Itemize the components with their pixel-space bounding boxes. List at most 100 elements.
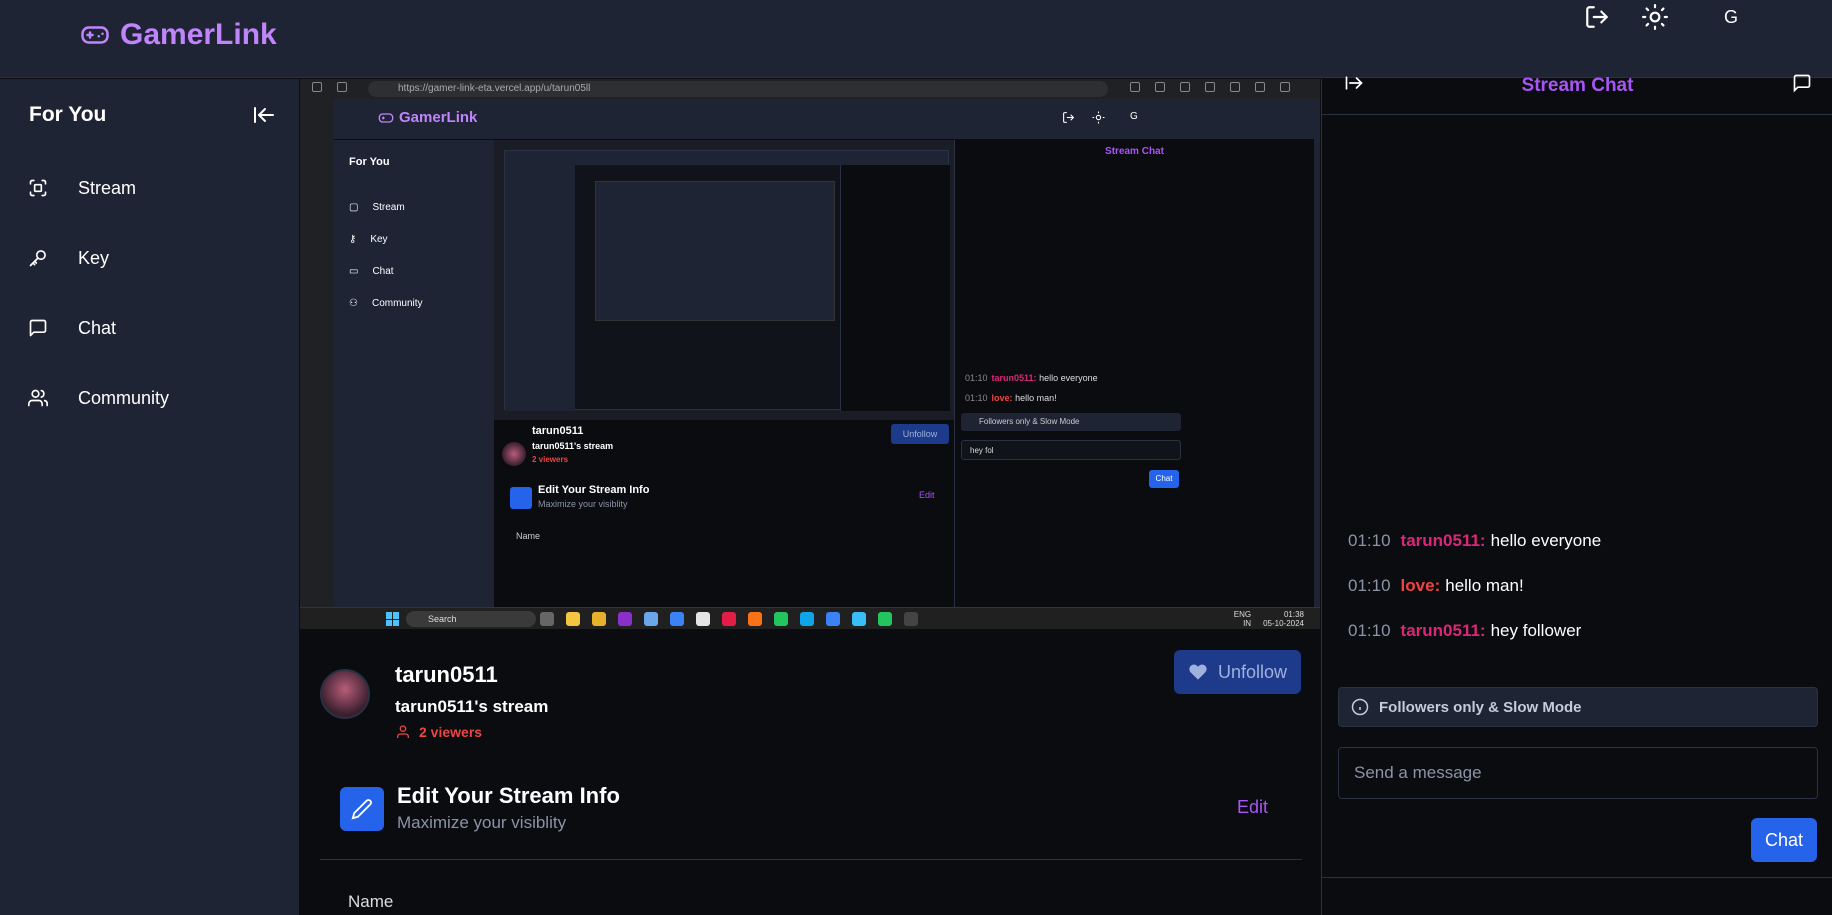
gamepad-icon [81,26,109,44]
message-time: 01:10 [1348,531,1391,550]
embedded-edit-title: Edit Your Stream Info [538,484,650,496]
message-time: 01:10 [1348,576,1391,595]
sidebar-item-label: Community [78,387,170,408]
message-text: hello man! [1445,576,1524,595]
avatar-letter: G [1723,6,1738,27]
stream-chat-panel: Stream Chat 01:10 tarun0511: hello everyon… [1321,74,1832,915]
chat-message: 01:10 love: hello man! [1348,576,1524,596]
key-icon [29,250,46,267]
logout-button[interactable] [1580,0,1614,34]
sidebar-item-label: Key [78,247,110,268]
embedded-browser-sidebar [300,99,334,607]
streamer-name: tarun0511 [395,662,498,687]
embedded-streamer-info: tarun0511 tarun0511's stream 2 viewers U… [494,420,954,607]
embedded-field-name: Name [516,531,541,541]
sidebar-item-chat[interactable]: Chat [28,308,278,348]
embedded-navbar: GamerLink G [334,99,1314,139]
pencil-icon [340,787,384,831]
embedded-sun-icon [1092,111,1105,129]
chat-message-input[interactable] [1338,747,1818,799]
info-icon [1351,698,1369,716]
taskbar-search: Search [406,611,536,627]
embedded-edit-subtitle: Maximize your visiblity [538,499,628,509]
streamer-avatar[interactable] [320,669,370,719]
message-square-icon [29,319,47,337]
chat-message: 01:10 tarun0511: hey follower [1348,621,1581,641]
stream-main: https://gamer-link-eta.vercel.app/u/taru… [300,79,1320,915]
embedded-chat-title: Stream Chat [1105,146,1164,157]
edit-card-title: Edit Your Stream Info [397,783,620,808]
top-navbar: GamerLink G [0,0,1832,78]
chat-header: Stream Chat [1322,74,1832,115]
embedded-edit-link: Edit [919,490,935,500]
message-time: 01:10 [1348,621,1391,640]
embedded-sidebar-title: For You [349,156,390,168]
message-user: tarun0511: [1400,531,1486,550]
sidebar-title: For You [29,103,107,126]
taskbar-tray: ENG IN 01:38 05-10-2024 [1234,610,1304,628]
message-square-icon [1793,74,1811,93]
message-text: hello everyone [1490,531,1602,550]
embedded-url-bar: https://gamer-link-eta.vercel.app/u/taru… [368,81,1108,97]
embedded-browser-toolbar: https://gamer-link-eta.vercel.app/u/taru… [300,79,1320,99]
gamepad-icon [378,112,394,123]
embedded-stream-title: tarun0511's stream [532,441,614,451]
users-icon [28,389,48,407]
embedded-chat-input: hey fol [961,440,1181,460]
stream-video-frame[interactable]: https://gamer-link-eta.vercel.app/u/taru… [300,79,1320,629]
edit-button[interactable]: Edit [1237,797,1268,818]
embedded-chat-mode: Followers only & Slow Mode [961,413,1181,431]
embedded-avatar-letter: G [1130,111,1138,122]
sidebar-item-stream[interactable]: Stream [28,168,278,208]
embedded-chat-message: 01:10 tarun0511: hello everyone [965,373,1098,383]
recursive-screen-capture [494,140,954,420]
edit-card-subtitle: Maximize your visiblity [397,813,567,832]
embedded-logout-icon [1062,111,1075,129]
taskbar-app-icons [540,612,918,626]
sun-icon [1642,4,1668,30]
user-icon [397,725,409,738]
arrow-left-to-line-icon [254,107,274,123]
embedded-app: GamerLink G For You ▢ Stream ⚷ Key ▭ Chat ⚇… [334,99,1314,607]
embedded-windows-taskbar: Search ENG IN 01:38 05-10-2024 [300,607,1320,629]
scan-icon [29,179,47,197]
sidebar-item-key[interactable]: Key [28,238,278,278]
message-user: love: [1400,576,1441,595]
sidebar: For You Stream Key Chat Community [0,79,299,915]
taskbar-clock: 01:38 05-10-2024 [1263,610,1304,628]
embedded-nav-item: ▢ Stream [349,202,405,213]
theme-toggle-button[interactable] [1638,0,1672,34]
sidebar-item-community[interactable]: Community [28,378,278,418]
send-chat-button[interactable]: Chat [1751,818,1817,862]
embedded-edit-icon [510,487,532,509]
message-text: hey follower [1490,621,1582,640]
embedded-chat-button: Chat [1149,470,1179,488]
embedded-sidebar: For You ▢ Stream ⚷ Key ▭ Chat ⚇ Community [334,140,494,607]
embedded-chat-message: 01:10 love: hello man! [965,393,1057,403]
chat-toggle-button[interactable] [1792,73,1812,98]
chat-message: 01:10 tarun0511: hello everyone [1348,531,1601,551]
embedded-streamer-name: tarun0511 [532,425,584,437]
browser-extension-icons [1130,82,1290,92]
chat-title: Stream Chat [1521,75,1634,96]
name-field-label: Name [348,892,394,911]
recursive-screen-inner [504,150,950,411]
embedded-brand: GamerLink [378,109,477,126]
sidebar-item-label: Stream [78,177,137,198]
embedded-nav-item: ⚷ Key [349,234,388,245]
brand-logo[interactable]: GamerLink [80,18,277,52]
heart-icon [1189,664,1207,680]
embedded-avatar [502,442,526,466]
unfollow-button[interactable]: Unfollow [1174,650,1301,694]
viewer-count: 2 viewers [395,724,482,740]
chat-mode-info: Followers only & Slow Mode [1338,687,1818,727]
message-user: tarun0511: [1400,621,1486,640]
browser-nav-icons [312,82,347,92]
sidebar-item-label: Chat [78,317,117,338]
taskbar-language: ENG IN [1233,610,1252,628]
logout-icon [1586,6,1608,28]
embedded-nav-item: ⚇ Community [349,298,423,309]
collapse-sidebar-button[interactable] [252,103,276,132]
embedded-chat-panel: Stream Chat 01:10 tarun0511: hello everyo… [954,140,1314,607]
user-avatar-button[interactable]: G [1714,0,1748,34]
